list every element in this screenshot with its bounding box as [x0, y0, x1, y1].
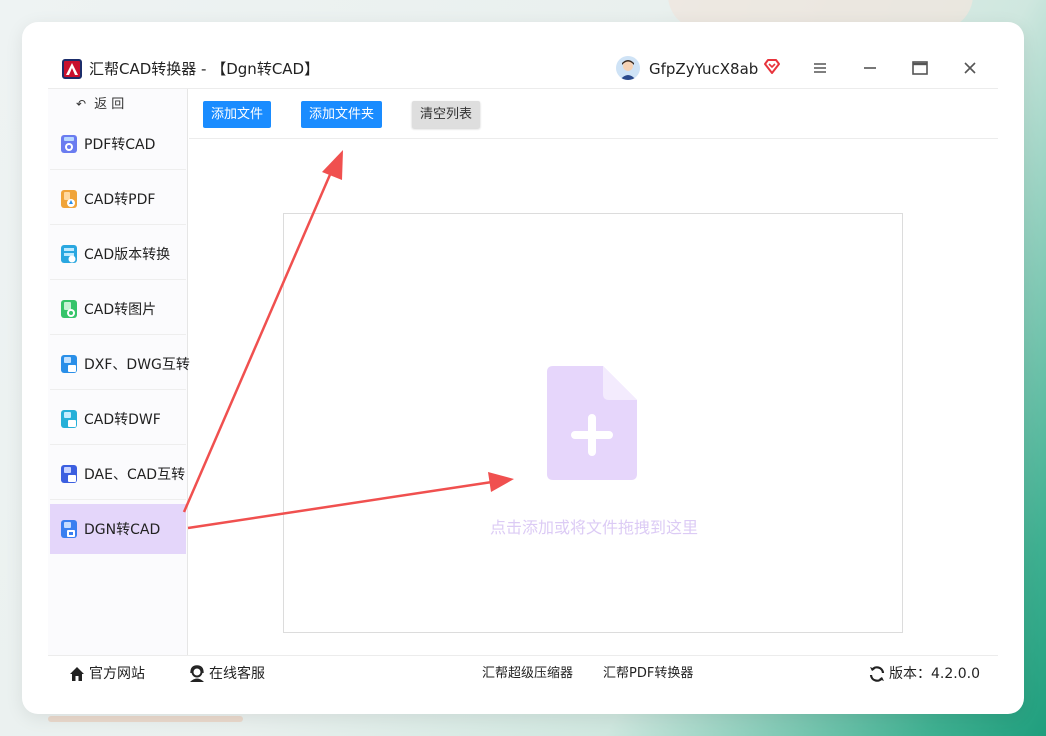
app-logo-icon: [62, 59, 82, 79]
clear-list-button[interactable]: 清空列表: [412, 101, 481, 128]
dxf-dwg-icon: [60, 354, 78, 374]
sidebar-item-label: CAD转PDF: [84, 192, 156, 208]
online-support-label: 在线客服: [209, 666, 265, 682]
sidebar-item-cad-to-pdf[interactable]: CAD转PDF: [50, 174, 186, 224]
sidebar-divider: [50, 499, 186, 500]
sidebar-divider: [50, 444, 186, 445]
sidebar-item-label: DGN转CAD: [84, 522, 161, 538]
sidebar: ↶ 返 回 PDF转CAD CAD转PDF CAD版本转换 CAD转图片 DXF…: [48, 89, 190, 655]
sidebar-item-label: CAD转DWF: [84, 412, 161, 428]
vip-diamond-icon[interactable]: [762, 57, 782, 77]
cad-to-dwf-icon: [60, 409, 78, 429]
sidebar-item-dae-cad[interactable]: DAE、CAD互转: [50, 449, 186, 499]
background-bar: [48, 716, 243, 722]
online-support-link[interactable]: 在线客服: [188, 664, 265, 684]
maximize-icon[interactable]: [910, 58, 930, 78]
sidebar-divider: [50, 334, 186, 335]
drop-hint-text: 点击添加或将文件拖拽到这里: [489, 518, 698, 537]
minimize-icon[interactable]: [860, 58, 880, 78]
close-icon[interactable]: [960, 58, 980, 78]
sidebar-item-label: PDF转CAD: [84, 137, 156, 153]
version-info[interactable]: 版本：4.2.0.0: [868, 664, 980, 684]
add-file-button[interactable]: 添加文件: [203, 101, 272, 128]
sidebar-item-label: DAE、CAD互转: [84, 467, 186, 483]
username[interactable]: GfpZyYucX8ab: [649, 59, 758, 79]
back-label: 返 回: [94, 97, 125, 112]
dgn-to-cad-icon: [60, 519, 78, 539]
toolbar: 添加文件 添加文件夹 清空列表: [189, 89, 998, 139]
dae-cad-icon: [60, 464, 78, 484]
cad-version-icon: [60, 244, 78, 264]
content-frame: ↶ 返 回 PDF转CAD CAD转PDF CAD版本转换 CAD转图片 DXF…: [48, 88, 998, 656]
sidebar-item-label: DXF、DWG互转: [84, 357, 190, 373]
pdf-to-cad-icon: [60, 134, 78, 154]
refresh-icon: [869, 666, 885, 682]
cad-to-image-icon: [60, 299, 78, 319]
app-window: 汇帮CAD转换器 - 【Dgn转CAD】 GfpZyYucX8ab ↶ 返 回 …: [22, 22, 1024, 714]
back-button[interactable]: ↶ 返 回: [76, 94, 124, 114]
user-avatar[interactable]: [616, 56, 640, 80]
sidebar-item-cad-to-image[interactable]: CAD转图片: [50, 284, 186, 334]
sidebar-item-label: CAD版本转换: [84, 247, 171, 263]
file-add-icon: [547, 366, 637, 480]
official-website-label: 官方网站: [89, 666, 145, 682]
sidebar-item-pdf-to-cad[interactable]: PDF转CAD: [50, 119, 186, 169]
app-title: 汇帮CAD转换器 - 【Dgn转CAD】: [89, 60, 320, 78]
sidebar-item-dgn-to-cad[interactable]: DGN转CAD: [50, 504, 186, 554]
sidebar-divider: [50, 224, 186, 225]
sidebar-item-cad-to-dwf[interactable]: CAD转DWF: [50, 394, 186, 444]
add-folder-button[interactable]: 添加文件夹: [301, 101, 383, 128]
sidebar-item-label: CAD转图片: [84, 302, 157, 318]
sidebar-item-cad-version[interactable]: CAD版本转换: [50, 229, 186, 279]
sidebar-divider: [50, 169, 186, 170]
sidebar-divider: [50, 389, 186, 390]
file-drop-zone[interactable]: 点击添加或将文件拖拽到这里: [283, 213, 903, 633]
title-bar[interactable]: 汇帮CAD转换器 - 【Dgn转CAD】 GfpZyYucX8ab: [22, 22, 1024, 90]
pdf-converter-link[interactable]: 汇帮PDF转换器: [603, 664, 693, 684]
sidebar-item-dxf-dwg[interactable]: DXF、DWG互转: [50, 339, 190, 389]
version-label: 版本：4.2.0.0: [889, 666, 980, 682]
hamburger-menu-icon[interactable]: [810, 58, 830, 78]
customer-service-icon: [190, 665, 204, 682]
cad-to-pdf-icon: [60, 189, 78, 209]
home-icon: [70, 667, 84, 681]
back-arrow-icon: ↶: [76, 97, 87, 111]
compressor-link[interactable]: 汇帮超级压缩器: [482, 664, 573, 684]
footer: 官方网站 在线客服 汇帮超级压缩器 汇帮PDF转换器 版本：4.2.0.0: [48, 656, 998, 696]
sidebar-divider: [50, 279, 186, 280]
official-website-link[interactable]: 官方网站: [68, 664, 145, 684]
